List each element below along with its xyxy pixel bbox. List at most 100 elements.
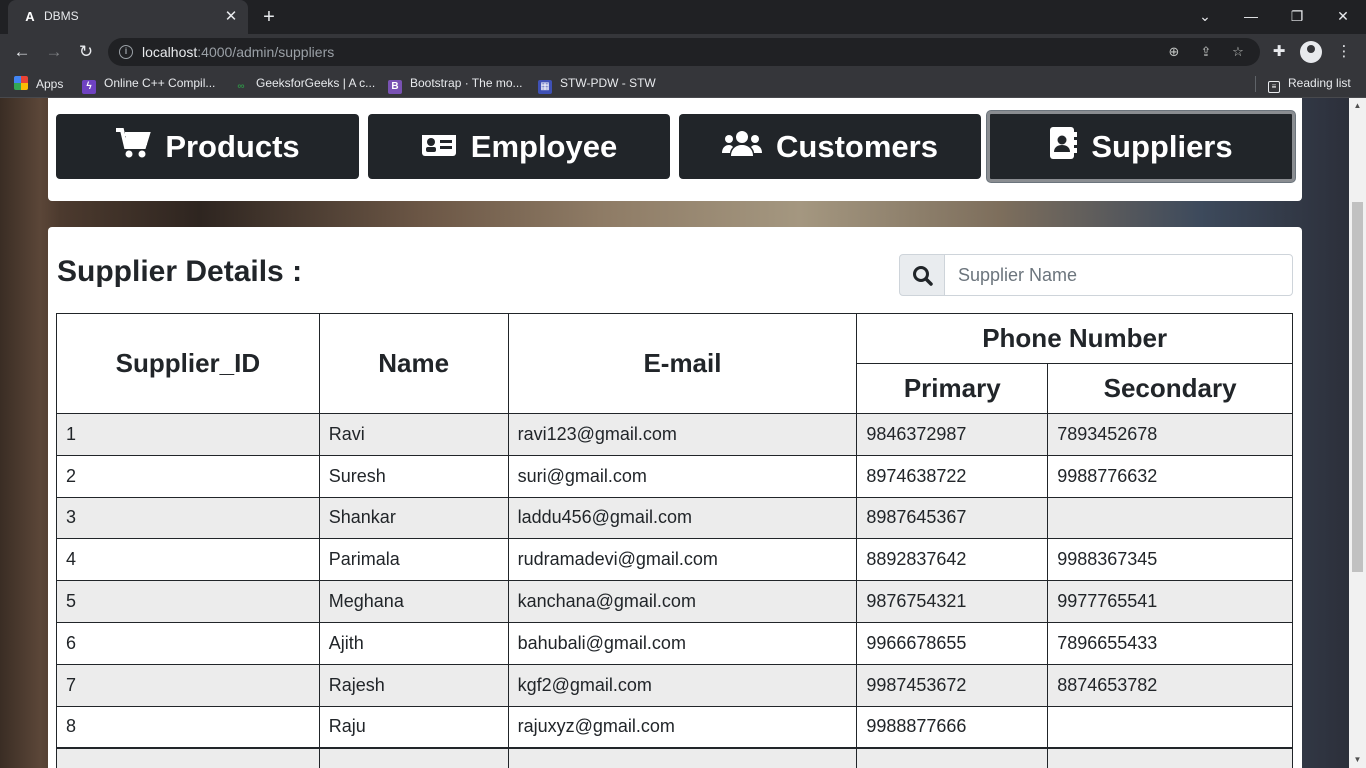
table-row: 5 Meghana kanchana@gmail.com 9876754321 …: [56, 580, 1293, 623]
forward-icon[interactable]: →: [42, 40, 66, 64]
table-row: 4 Parimala rudramadevi@gmail.com 8892837…: [56, 538, 1293, 582]
page-title: Supplier Details :: [57, 255, 303, 288]
table-row: 7 Rajesh kgf2@gmail.com 9987453672 88746…: [56, 663, 1293, 707]
bootstrap-icon: B: [388, 80, 402, 94]
header-supplier-id: Supplier_ID: [56, 313, 320, 414]
supplier-details-card: Supplier Details : Supplier_ID Name E-ma…: [48, 227, 1302, 768]
id-card-icon: [421, 129, 457, 165]
tab-search-icon[interactable]: ⌄: [1193, 4, 1217, 28]
tab-title: DBMS: [44, 9, 79, 23]
table-row-partially-visible: [56, 746, 1293, 768]
profile-avatar-icon[interactable]: [1300, 41, 1322, 63]
nav-suppliers-button[interactable]: Suppliers: [987, 111, 1295, 182]
page-scrollbar[interactable]: ▲ ▼: [1349, 98, 1366, 768]
cell-id: 7: [56, 663, 320, 707]
cell-name: Shankar: [318, 496, 509, 540]
browser-toolbar: ← → ↻ i localhost:4000/admin/suppliers ⊕…: [0, 34, 1366, 70]
cell-primary: 8987645367: [856, 496, 1049, 540]
cell-name: Rajesh: [318, 663, 509, 707]
nav-suppliers-label: Suppliers: [1091, 128, 1233, 164]
cell-secondary: [1047, 746, 1293, 768]
cell-name: Ajith: [318, 621, 509, 665]
bookmark-stw[interactable]: ▦ STW-PDW - STW: [538, 76, 656, 94]
zoom-icon[interactable]: ⊕: [1164, 42, 1184, 62]
url-text: localhost:4000/admin/suppliers: [142, 44, 335, 60]
cell-email: bahubali@gmail.com: [507, 621, 858, 665]
bookmarks-divider: [1255, 76, 1256, 92]
cell-name: Parimala: [318, 538, 509, 582]
cell-email: kgf2@gmail.com: [507, 663, 858, 707]
cell-secondary: 9977765541: [1047, 580, 1293, 623]
header-primary: Primary: [856, 363, 1049, 414]
nav-employee-button[interactable]: Employee: [368, 114, 670, 179]
share-icon[interactable]: ⇪: [1196, 42, 1216, 62]
scroll-down-icon[interactable]: ▼: [1349, 752, 1366, 768]
restore-icon[interactable]: ❐: [1285, 4, 1309, 28]
cell-id: 8: [56, 705, 320, 749]
bookmark-bootstrap[interactable]: B Bootstrap · The mo...: [388, 76, 523, 94]
cell-primary: 9846372987: [856, 413, 1049, 456]
browser-titlebar: A DBMS ✕ + ⌄ — ❐ ✕: [0, 0, 1366, 34]
header-email: E-mail: [507, 313, 858, 414]
admin-nav-card: Products Employee Customers Suppliers: [48, 98, 1302, 201]
cell-primary: 9876754321: [856, 580, 1049, 623]
cell-email: suri@gmail.com: [507, 454, 858, 498]
cell-secondary: 9988776632: [1047, 454, 1293, 498]
cell-name: Suresh: [318, 454, 509, 498]
cell-name: Ravi: [318, 413, 509, 456]
supplier-search-input[interactable]: [944, 254, 1293, 296]
cell-id: [56, 746, 320, 768]
cell-email: [507, 746, 858, 768]
cell-id: 5: [56, 580, 320, 623]
close-window-icon[interactable]: ✕: [1331, 4, 1355, 28]
cell-secondary: [1047, 496, 1293, 540]
reload-icon[interactable]: ↻: [74, 40, 98, 64]
cell-primary: 9966678655: [856, 621, 1049, 665]
bookmarks-bar: Apps ϟ Online C++ Compil... ∞ GeeksforGeek…: [0, 70, 1366, 98]
apps-grid-icon: [14, 76, 28, 90]
browser-tab[interactable]: A DBMS ✕: [8, 0, 248, 34]
reading-list-icon: ≡: [1268, 81, 1280, 93]
cell-name: [318, 746, 509, 768]
cell-id: 1: [56, 413, 320, 456]
bookmark-geeksforgeeks[interactable]: ∞ GeeksforGeeks | A c...: [234, 76, 375, 92]
search-icon: [899, 254, 945, 296]
cell-email: kanchana@gmail.com: [507, 580, 858, 623]
nav-customers-button[interactable]: Customers: [679, 114, 981, 179]
nav-products-button[interactable]: Products: [56, 114, 359, 179]
bookmark-online-cpp[interactable]: ϟ Online C++ Compil...: [82, 76, 215, 94]
cell-email: laddu456@gmail.com: [507, 496, 858, 540]
table-row: 3 Shankar laddu456@gmail.com 8987645367: [56, 496, 1293, 540]
cell-secondary: 7896655433: [1047, 621, 1293, 665]
reading-list-button[interactable]: ≡ Reading list: [1268, 76, 1351, 93]
cell-email: ravi123@gmail.com: [507, 413, 858, 456]
cell-secondary: [1047, 705, 1293, 749]
cell-primary: 9987453672: [856, 663, 1049, 707]
cell-secondary: 8874653782: [1047, 663, 1293, 707]
extensions-puzzle-icon[interactable]: ✚: [1267, 40, 1291, 64]
cell-id: 3: [56, 496, 320, 540]
close-tab-icon[interactable]: ✕: [222, 8, 240, 26]
cell-email: rudramadevi@gmail.com: [507, 538, 858, 582]
site-info-icon[interactable]: i: [119, 45, 133, 59]
table-row: 1 Ravi ravi123@gmail.com 9846372987 7893…: [56, 413, 1293, 456]
back-icon[interactable]: ←: [10, 40, 34, 64]
bookmark-star-icon[interactable]: ☆: [1228, 42, 1248, 62]
minimize-icon[interactable]: —: [1239, 4, 1263, 28]
new-tab-icon[interactable]: +: [258, 6, 280, 28]
cart-icon: [115, 127, 152, 167]
gfg-icon: ∞: [237, 81, 245, 92]
header-secondary: Secondary: [1047, 363, 1293, 414]
cell-id: 6: [56, 621, 320, 665]
browser-menu-icon[interactable]: ⋮: [1332, 40, 1356, 64]
cell-name: Meghana: [318, 580, 509, 623]
table-row: 6 Ajith bahubali@gmail.com 9966678655 78…: [56, 621, 1293, 665]
scroll-up-icon[interactable]: ▲: [1349, 98, 1366, 114]
scrollbar-thumb[interactable]: [1352, 202, 1363, 572]
address-bar[interactable]: i localhost:4000/admin/suppliers ⊕ ⇪ ☆: [108, 38, 1260, 66]
header-phone-number: Phone Number: [856, 313, 1293, 364]
bookmark-apps[interactable]: Apps: [14, 76, 63, 92]
cell-primary: 8892837642: [856, 538, 1049, 582]
users-icon: [722, 129, 763, 165]
address-book-icon: [1049, 126, 1078, 167]
